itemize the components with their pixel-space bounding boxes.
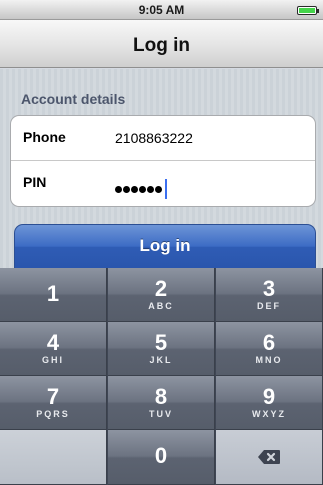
numeric-keypad: 1 2 ABC 3 DEF 4 GHI 5 JKL 6 MNO 7 PQRS 8… — [0, 268, 323, 485]
key-0[interactable]: 0 — [108, 430, 215, 485]
phone-input[interactable]: 2108863222 — [115, 130, 193, 146]
key-letters: JKL — [149, 355, 173, 365]
phone-field[interactable]: Phone 2108863222 — [11, 116, 315, 161]
key-6[interactable]: 6 MNO — [216, 322, 323, 376]
key-digit: 2 — [154, 276, 168, 301]
pin-dot — [131, 186, 138, 193]
pin-dot — [155, 186, 162, 193]
section-header: Account details — [21, 91, 126, 107]
key-2[interactable]: 2 ABC — [108, 268, 215, 322]
pin-dot — [115, 186, 122, 193]
key-digit: 5 — [154, 330, 168, 355]
key-letters: MNO — [255, 355, 283, 365]
key-letters: ABC — [148, 301, 174, 311]
key-digit: 1 — [46, 281, 60, 306]
pin-label: PIN — [23, 174, 47, 190]
pin-dot — [123, 186, 130, 193]
key-letters: DEF — [257, 301, 281, 311]
key-digit: 6 — [262, 330, 276, 355]
key-blank — [0, 430, 107, 485]
pin-dot — [147, 186, 154, 193]
pin-dot — [139, 186, 146, 193]
status-bar: 9:05 AM — [0, 0, 323, 20]
key-digit: 0 — [154, 443, 168, 468]
backspace-key[interactable] — [216, 430, 323, 485]
login-button[interactable]: Log in — [14, 224, 316, 268]
key-4[interactable]: 4 GHI — [0, 322, 107, 376]
key-9[interactable]: 9 WXYZ — [216, 376, 323, 430]
key-3[interactable]: 3 DEF — [216, 268, 323, 322]
key-8[interactable]: 8 TUV — [108, 376, 215, 430]
navigation-bar: Log in — [0, 20, 323, 68]
login-form-area: Account details Phone 2108863222 PIN Log… — [0, 69, 323, 268]
key-letters: WXYZ — [252, 409, 286, 419]
login-button-label: Log in — [139, 236, 191, 255]
phone-label: Phone — [23, 129, 66, 145]
key-letters: TUV — [149, 409, 173, 419]
key-letters: GHI — [41, 355, 64, 365]
key-7[interactable]: 7 PQRS — [0, 376, 107, 430]
status-time: 9:05 AM — [138, 3, 185, 17]
account-details-group: Phone 2108863222 PIN — [10, 115, 316, 207]
key-digit: 3 — [262, 276, 276, 301]
backspace-icon — [258, 450, 280, 464]
page-title: Log in — [133, 35, 190, 56]
key-digit: 7 — [46, 384, 60, 409]
key-5[interactable]: 5 JKL — [108, 322, 215, 376]
key-letters: PQRS — [36, 409, 70, 419]
text-caret — [165, 179, 167, 199]
pin-input[interactable] — [115, 179, 167, 199]
key-digit: 9 — [262, 384, 276, 409]
battery-icon — [297, 6, 319, 15]
key-digit: 4 — [46, 330, 60, 355]
pin-field[interactable]: PIN — [11, 161, 315, 206]
key-digit: 8 — [154, 384, 168, 409]
key-1[interactable]: 1 — [0, 268, 107, 322]
